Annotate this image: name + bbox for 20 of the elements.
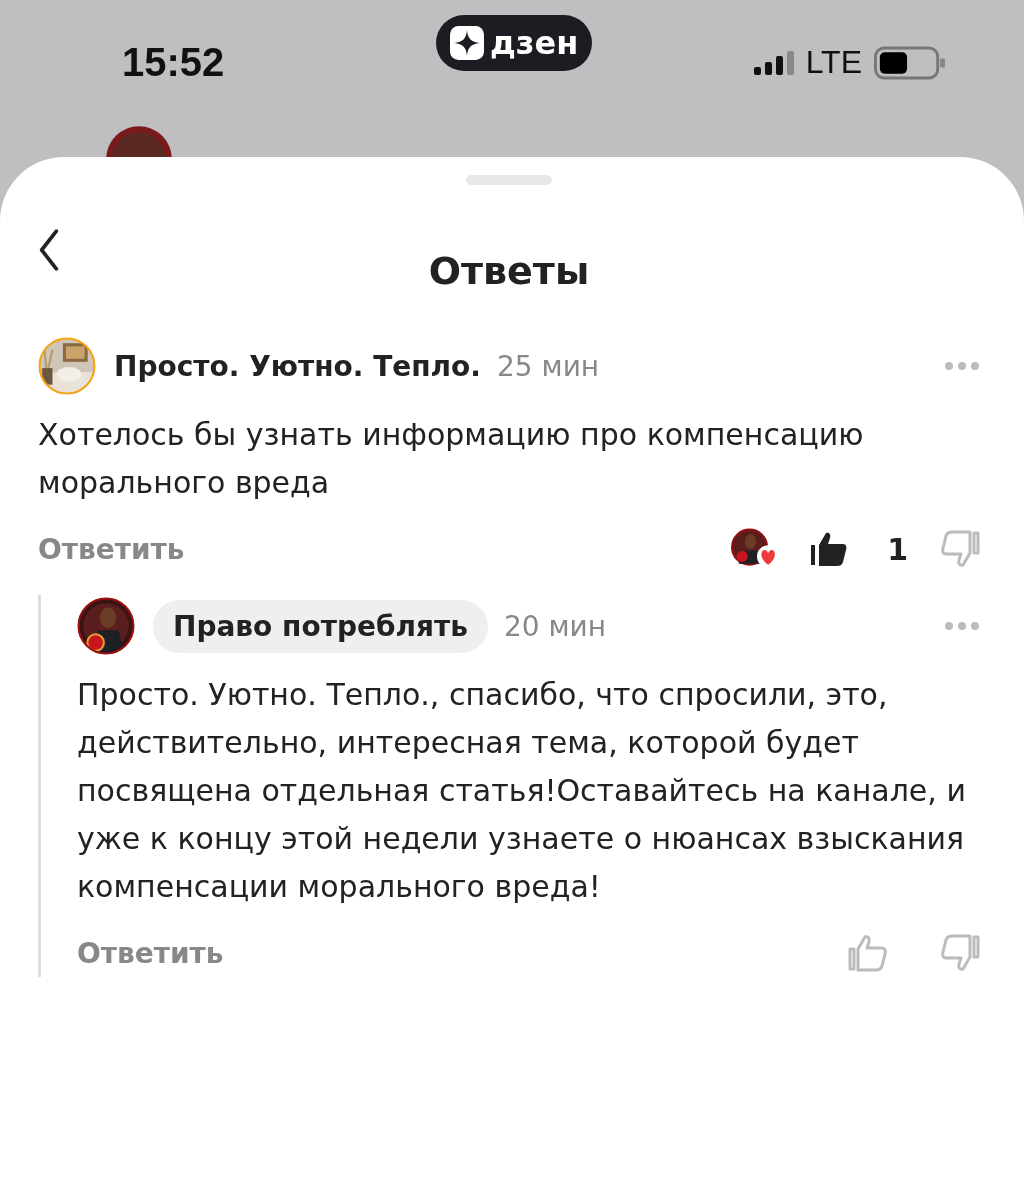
battery-icon xyxy=(874,45,946,80)
reply-link[interactable]: Ответить xyxy=(77,936,224,970)
dislike-icon[interactable] xyxy=(940,529,980,569)
more-icon[interactable] xyxy=(944,361,980,371)
page-title: Ответы xyxy=(428,248,590,293)
comment-text: Хотелось бы узнать информацию про компенсацию морального вреда xyxy=(38,416,865,502)
reply-link[interactable]: Ответить xyxy=(38,532,185,566)
more-icon[interactable] xyxy=(944,621,980,631)
network-label: LTE xyxy=(805,44,862,81)
author-name[interactable]: Право потреблять xyxy=(153,599,488,653)
status-time: 15:52 xyxy=(122,40,225,85)
signal-icon xyxy=(753,50,794,75)
back-button[interactable] xyxy=(38,229,60,274)
comment-time: 25 мин xyxy=(497,349,600,383)
app-badge-text: дзен xyxy=(490,24,579,62)
dislike-icon[interactable] xyxy=(940,933,980,973)
comment-text: Просто. Уютно. Тепло., спасибо, что спросили, это, действительно, интересная тема, которой будет посвящена отдельная статья!Оставайтесь на канале, и уже к концу этой недели узнаете о нюансах взыскания компенсации морального вреда! xyxy=(77,676,967,906)
author-name[interactable]: Просто. Уютно. Тепло. xyxy=(114,349,481,383)
comment-time: 20 мин xyxy=(503,609,607,643)
like-count: 1 xyxy=(887,531,908,567)
